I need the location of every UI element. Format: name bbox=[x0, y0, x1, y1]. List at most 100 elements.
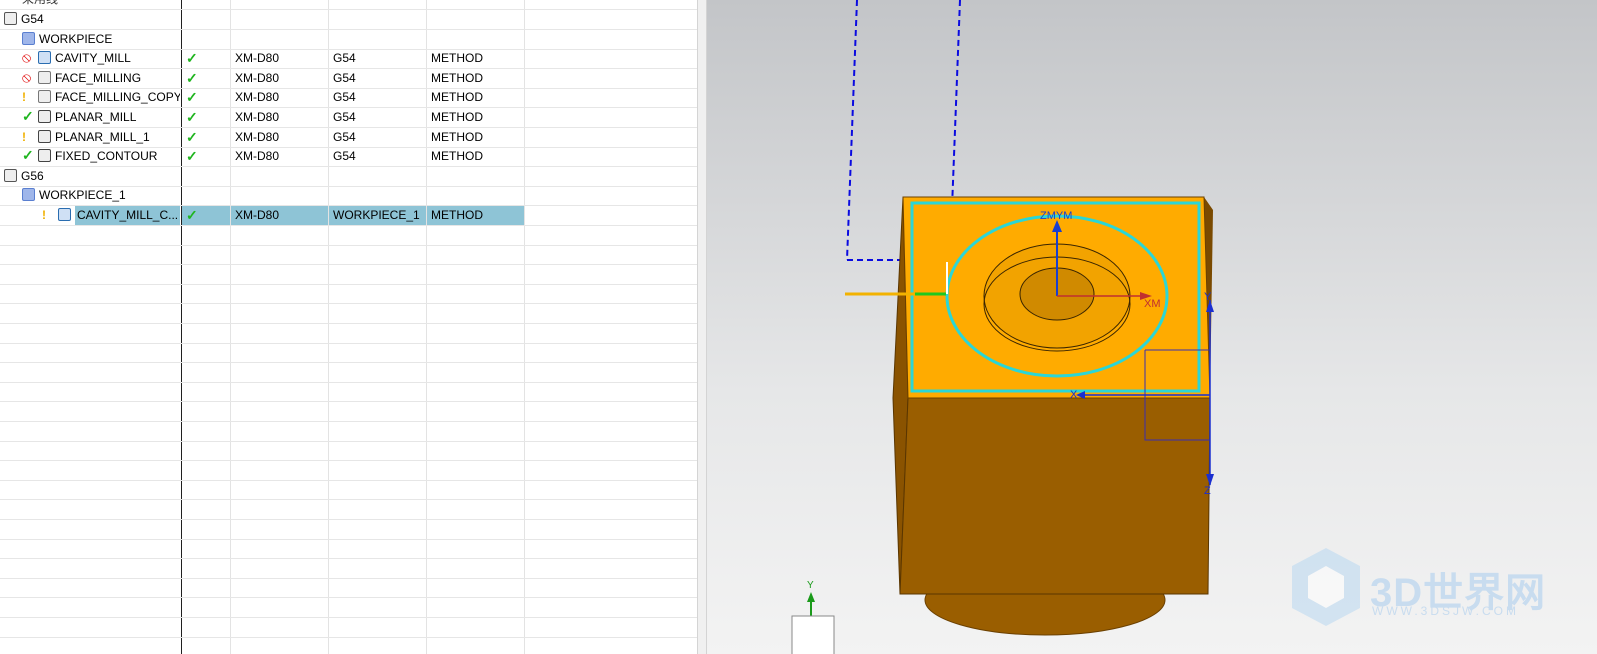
method-cell: METHOD bbox=[431, 51, 483, 66]
empty-row bbox=[0, 324, 697, 344]
operation-name: G56 bbox=[21, 168, 44, 183]
tree-row[interactable]: WORKPIECE bbox=[0, 30, 697, 50]
method-cell bbox=[427, 167, 524, 186]
tool-cell: XM-D80 bbox=[235, 129, 280, 144]
workpiece-icon bbox=[22, 31, 35, 45]
tree-row[interactable]: G54 bbox=[0, 10, 697, 30]
empty-row bbox=[0, 402, 697, 422]
planar-mill-icon bbox=[38, 110, 51, 123]
tree-row-partial: 采用线 bbox=[0, 0, 697, 10]
empty-row bbox=[0, 265, 697, 285]
geometry-cell bbox=[329, 167, 426, 186]
path-check: ✓ bbox=[182, 206, 230, 225]
tree-row[interactable]: ✓ PLANAR_MILL ✓ XM-D80 G54 METHOD bbox=[0, 108, 697, 128]
operation-name: PLANAR_MILL_1 bbox=[55, 129, 150, 144]
operation-navigator: 采用线 G54 WORKPIECE ⦸ CAVITY_MILL ✓ XM-D80 G54 MET… bbox=[0, 0, 697, 654]
tree-row[interactable]: ! FACE_MILLING_COPY ✓ XM-D80 G54 METHOD bbox=[0, 88, 697, 109]
tool-cell: XM-D80 bbox=[235, 90, 280, 105]
path-check: ✓ bbox=[186, 128, 198, 145]
tree-row[interactable]: ⦸ FACE_MILLING ✓ XM-D80 G54 METHOD bbox=[0, 69, 697, 89]
watermark-logo bbox=[1292, 548, 1360, 626]
operation-name: CAVITY_MILL_C... bbox=[75, 206, 180, 225]
empty-row bbox=[0, 578, 697, 599]
geometry-cell: G54 bbox=[333, 90, 356, 105]
label-zm-ym: ZMYM bbox=[1040, 210, 1073, 222]
workpiece-icon bbox=[22, 188, 35, 202]
path-check bbox=[182, 30, 230, 49]
tool-cell bbox=[231, 167, 328, 186]
warning-icon: ! bbox=[22, 129, 26, 144]
tool-cell: XM-D80 bbox=[235, 51, 280, 66]
operation-name: FACE_MILLING_COPY bbox=[55, 90, 180, 105]
method-cell: METHOD bbox=[431, 149, 483, 164]
tool-cell bbox=[231, 186, 328, 205]
tree-row[interactable]: G56 bbox=[0, 167, 697, 187]
empty-row bbox=[0, 520, 697, 540]
method-cell: METHOD bbox=[427, 206, 524, 225]
geometry-cell: G54 bbox=[333, 149, 356, 164]
prohibited-icon: ⦸ bbox=[22, 68, 32, 85]
empty-row bbox=[0, 618, 697, 638]
geometry-cell: G54 bbox=[333, 51, 356, 66]
tree-row[interactable]: WORKPIECE_1 bbox=[0, 186, 697, 207]
method-cell bbox=[427, 30, 524, 49]
label-xm: XM bbox=[1144, 298, 1161, 310]
graphics-viewport[interactable]: ZMYM XM Y X Z Y bbox=[707, 0, 1597, 654]
path-check: ✓ bbox=[186, 148, 198, 165]
cavity-mill-icon bbox=[38, 51, 51, 65]
method-cell: METHOD bbox=[431, 110, 483, 124]
empty-row bbox=[0, 363, 697, 383]
face-milling-icon bbox=[38, 90, 51, 104]
panel-splitter[interactable] bbox=[697, 0, 707, 654]
warning-icon: ! bbox=[22, 90, 26, 105]
empty-row bbox=[0, 461, 697, 481]
mcs-icon bbox=[4, 168, 17, 182]
label-wcs-x: X bbox=[1070, 389, 1078, 401]
empty-row bbox=[0, 422, 697, 442]
tool-cell: XM-D80 bbox=[235, 70, 280, 85]
mcs-icon bbox=[4, 12, 17, 25]
empty-row bbox=[0, 500, 697, 520]
operation-name: G54 bbox=[21, 12, 44, 26]
label-triad-y: Y bbox=[807, 580, 814, 591]
watermark-url: WWW.3DSJW.COM bbox=[1372, 604, 1519, 618]
empty-row bbox=[0, 637, 697, 654]
path-check bbox=[182, 186, 230, 205]
operation-name: FACE_MILLING bbox=[55, 70, 142, 85]
tool-cell: XM-D80 bbox=[235, 110, 280, 124]
complete-icon: ✓ bbox=[22, 147, 34, 164]
path-check bbox=[182, 167, 230, 186]
geometry-cell: G54 bbox=[333, 110, 356, 124]
path-check: ✓ bbox=[186, 89, 198, 106]
method-cell: METHOD bbox=[431, 90, 483, 105]
tool-cell bbox=[231, 10, 328, 29]
geometry-cell: G54 bbox=[333, 129, 356, 144]
prohibited-icon: ⦸ bbox=[22, 49, 32, 66]
tool-cell bbox=[231, 30, 328, 49]
face-milling-icon bbox=[38, 70, 51, 84]
fixed-contour-icon bbox=[38, 149, 51, 163]
path-check: ✓ bbox=[186, 69, 198, 86]
operation-name: CAVITY_MILL bbox=[55, 51, 131, 66]
empty-row bbox=[0, 226, 697, 246]
method-cell: METHOD bbox=[431, 70, 483, 85]
tree-row[interactable]: ⦸ CAVITY_MILL ✓ XM-D80 G54 METHOD bbox=[0, 49, 697, 70]
label-wcs-z: Z bbox=[1204, 485, 1211, 497]
empty-row bbox=[0, 343, 697, 364]
tree-row[interactable]: ! CAVITY_MILL_C... ✓ XM-D80 WORKPIECE_1 METHO… bbox=[0, 206, 697, 226]
operation-name: WORKPIECE bbox=[39, 31, 113, 46]
part-front-face bbox=[899, 397, 1211, 595]
tree-row[interactable]: ✓ FIXED_CONTOUR ✓ XM-D80 G54 METHOD bbox=[0, 147, 697, 168]
geometry-cell: G54 bbox=[333, 70, 356, 85]
triad-cube bbox=[791, 615, 835, 654]
geometry-cell bbox=[329, 186, 426, 205]
operation-name: FIXED_CONTOUR bbox=[55, 149, 158, 164]
geometry-cell bbox=[329, 10, 426, 29]
path-check bbox=[182, 10, 230, 29]
empty-row bbox=[0, 441, 697, 462]
operation-name: WORKPIECE_1 bbox=[39, 188, 126, 203]
empty-row bbox=[0, 245, 697, 266]
tree-row[interactable]: ! PLANAR_MILL_1 ✓ XM-D80 G54 METHOD bbox=[0, 128, 697, 148]
path-check: ✓ bbox=[186, 109, 198, 125]
cavity-mill-icon bbox=[58, 208, 71, 221]
